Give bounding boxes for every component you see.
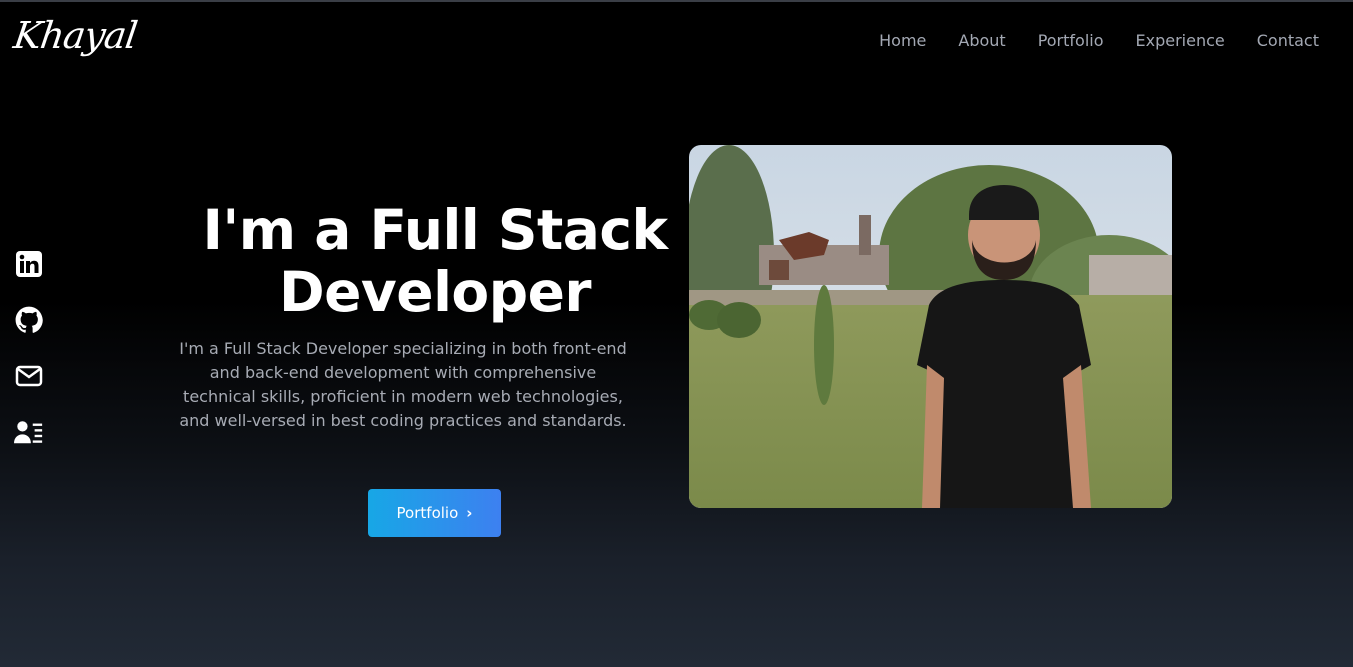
portfolio-button[interactable]: Portfolio ›	[368, 489, 501, 537]
linkedin-icon[interactable]	[14, 250, 44, 278]
social-links	[14, 250, 44, 446]
hero-title: I'm a Full Stack Developer	[202, 198, 668, 324]
nav-about[interactable]: About	[942, 31, 1021, 50]
nav-portfolio[interactable]: Portfolio	[1022, 31, 1120, 50]
nav-contact[interactable]: Contact	[1241, 31, 1319, 50]
mail-icon[interactable]	[14, 362, 44, 390]
chevron-right-icon: ›	[466, 504, 473, 522]
profile-photo	[689, 145, 1172, 508]
resume-icon[interactable]	[14, 418, 44, 446]
nav-experience[interactable]: Experience	[1120, 31, 1241, 50]
nav-home[interactable]: Home	[863, 31, 942, 50]
main-nav: Home About Portfolio Experience Contact	[863, 31, 1319, 50]
github-icon[interactable]	[14, 306, 44, 334]
portfolio-button-label: Portfolio	[396, 504, 459, 522]
hero-description: I'm a Full Stack Developer specializing …	[179, 339, 627, 430]
logo[interactable]: Khayal	[11, 14, 139, 57]
site-header: Khayal Home About Portfolio Experience C…	[0, 2, 1353, 82]
